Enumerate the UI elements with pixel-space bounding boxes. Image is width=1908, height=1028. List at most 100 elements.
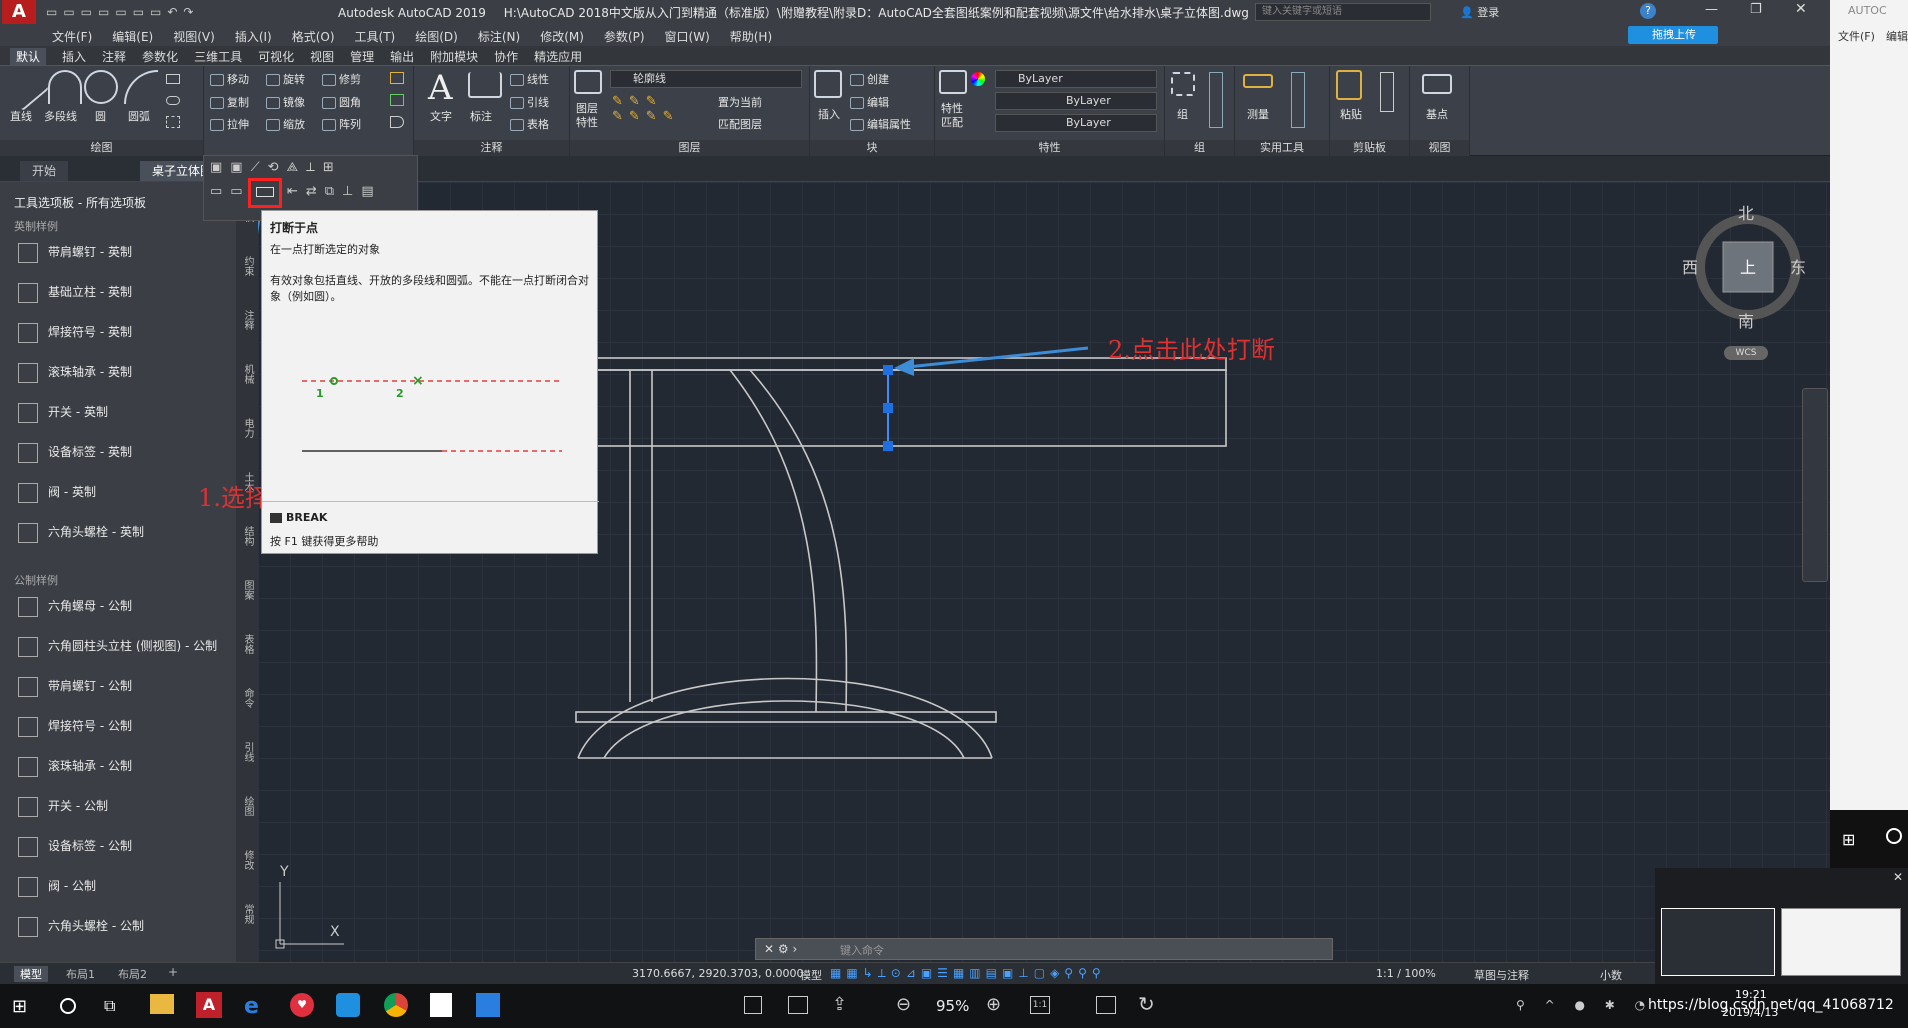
linear-button[interactable]: 线性 <box>510 71 549 87</box>
palette-item[interactable]: 焊接符号 - 公制 <box>18 710 238 742</box>
offset-icon[interactable] <box>390 116 404 128</box>
insert-button[interactable]: 插入 <box>818 106 840 122</box>
rectangle-icon[interactable] <box>166 74 180 84</box>
zoom-out-icon[interactable]: ⊖ <box>896 994 911 1015</box>
arc-icon[interactable] <box>124 70 158 104</box>
layer-properties-button[interactable]: 图层特性 <box>576 102 606 130</box>
arc-button[interactable]: 圆弧 <box>128 108 150 124</box>
paste-icon[interactable] <box>1336 70 1362 100</box>
stretch-button[interactable]: 拉伸 <box>210 116 249 132</box>
cortana-icon[interactable] <box>60 998 76 1014</box>
flyout-icons-row2[interactable]: ▭▭ ⇤⇄⧉⊥▤ <box>210 184 382 199</box>
actual-size-icon[interactable]: 1:1 <box>1030 996 1050 1014</box>
menu-item[interactable]: 标注(N) <box>478 28 520 45</box>
zoom-in-icon[interactable]: ⊕ <box>986 994 1001 1015</box>
preview-thumb-1[interactable] <box>1661 908 1775 976</box>
login-button[interactable]: 👤 登录 <box>1460 4 1499 20</box>
baidu-icon[interactable] <box>336 993 360 1017</box>
panel-draw-title[interactable]: 绘图 <box>0 140 203 156</box>
search-circle-icon[interactable] <box>1886 828 1902 844</box>
palette-item[interactable]: 六角头螺栓 - 公制 <box>18 910 238 942</box>
palette-side-tab[interactable]: 修改 <box>239 850 255 870</box>
task-view-icon[interactable]: ⧉ <box>104 996 115 1016</box>
layer-tool-icons[interactable]: ✎✎✎ ✎✎✎✎ <box>612 94 692 134</box>
linetype-dropdown[interactable]: ByLayer <box>995 92 1157 110</box>
mirror-button[interactable]: 镜像 <box>266 94 305 110</box>
menu-item[interactable]: 参数(P) <box>604 28 645 45</box>
measure-button[interactable]: 测量 <box>1247 106 1269 122</box>
palette-item[interactable]: 阀 - 公制 <box>18 870 238 902</box>
break-at-point-button[interactable] <box>248 178 282 208</box>
palette-item[interactable]: 滚珠轴承 - 公制 <box>18 750 238 782</box>
array-button[interactable]: 阵列 <box>322 116 361 132</box>
preview-thumb-2[interactable] <box>1781 908 1901 976</box>
palette-side-tab[interactable]: 结构 <box>239 526 255 546</box>
layer-dropdown[interactable]: 轮廓线 <box>610 70 802 88</box>
app-logo[interactable]: A <box>2 0 36 24</box>
secondary-menu-edit[interactable]: 编辑 <box>1886 28 1908 44</box>
copy-clip-icon[interactable] <box>1380 72 1394 112</box>
lineweight-dropdown[interactable]: ByLayer <box>995 114 1157 132</box>
menu-item[interactable]: 编辑(E) <box>112 28 153 45</box>
menu-item[interactable]: 绘图(D) <box>415 28 458 45</box>
base-point-icon[interactable] <box>1422 74 1452 94</box>
chrome-icon[interactable] <box>384 993 408 1017</box>
palette-side-tab[interactable]: 机械 <box>239 364 255 384</box>
table-foot-arc-outer[interactable] <box>577 677 993 759</box>
menu-item[interactable]: 插入(I) <box>235 28 272 45</box>
ribbon-tab[interactable]: 默认 <box>10 48 47 65</box>
palette-side-tab[interactable]: 图案 <box>239 580 255 600</box>
windows-start-icon[interactable]: ⊞ <box>1842 830 1855 849</box>
insert-icon[interactable] <box>814 70 842 98</box>
grip-top[interactable] <box>883 365 893 375</box>
ribbon-tab[interactable]: 管理 <box>350 48 374 65</box>
explorer-icon[interactable] <box>150 994 174 1014</box>
palette-side-tab[interactable]: 约束 <box>239 256 255 276</box>
text-button[interactable]: 文字 <box>430 108 452 124</box>
navigation-bar[interactable] <box>1802 388 1828 582</box>
minimize-button[interactable]: — <box>1705 2 1718 17</box>
palette-side-tab[interactable]: 绘图 <box>239 796 255 816</box>
screenshot-icon[interactable] <box>788 996 808 1014</box>
menu-item[interactable]: 窗口(W) <box>665 28 710 45</box>
match-layer-button[interactable]: 匹配图层 <box>718 116 762 132</box>
color-wheel-icon[interactable] <box>971 72 985 86</box>
erase-icon[interactable] <box>390 72 404 84</box>
autocad-icon[interactable]: A <box>196 992 222 1018</box>
calendar-app-icon[interactable] <box>476 993 500 1017</box>
edit-block-button[interactable]: 编辑 <box>850 94 889 110</box>
line-button[interactable]: 直线 <box>10 108 32 124</box>
scale-button[interactable]: 缩放 <box>266 116 305 132</box>
viewcube-north[interactable]: 北 <box>1738 200 1754 224</box>
line-icon[interactable] <box>1 63 49 111</box>
panel-view-title[interactable]: 视图 <box>1410 140 1469 156</box>
ribbon-tab[interactable]: 视图 <box>310 48 334 65</box>
wcs-button[interactable]: WCS <box>1724 346 1768 360</box>
move-button[interactable]: 移动 <box>210 71 249 87</box>
create-block-button[interactable]: 创建 <box>850 71 889 87</box>
palette-side-tab[interactable]: 注释 <box>239 310 255 330</box>
hatch-icon[interactable] <box>166 116 180 128</box>
menu-item[interactable]: 文件(F) <box>52 28 92 45</box>
palette-item[interactable]: 焊接符号 - 英制 <box>18 316 238 348</box>
annotation-scale[interactable]: 1:1 / 100% <box>1376 967 1436 980</box>
status-toggles[interactable]: ▦▦↳⟂⊙⊿▣☰▦▥▤▣⊥▢◈⚲⚲⚲ <box>830 966 1106 981</box>
palette-item[interactable]: 开关 - 公制 <box>18 790 238 822</box>
cloud-upload-button[interactable]: 拖拽上传 <box>1628 26 1718 44</box>
text-icon[interactable]: A <box>428 68 453 108</box>
palette-header[interactable]: 工具选项板 - 所有选项板 <box>14 194 146 211</box>
palette-item[interactable]: 设备标签 - 公制 <box>18 830 238 862</box>
palette-item[interactable]: 六角头螺栓 - 英制 <box>18 516 238 548</box>
flyout-icons-row1[interactable]: ▣▣⟋⟲⟁⟂⊞ <box>210 160 342 175</box>
menu-item[interactable]: 工具(T) <box>355 28 396 45</box>
match-properties-icon[interactable] <box>939 70 967 94</box>
table-foot-bar[interactable] <box>575 711 997 723</box>
circle-button[interactable]: 圆 <box>95 108 106 124</box>
palette-item[interactable]: 六角圆柱头立柱 (侧视图) - 公制 <box>18 630 238 662</box>
save-icon[interactable] <box>744 996 762 1014</box>
menu-item[interactable]: 修改(M) <box>540 28 584 45</box>
secondary-menu-file[interactable]: 文件(F) <box>1838 28 1875 44</box>
palette-item[interactable]: 滚珠轴承 - 英制 <box>18 356 238 388</box>
ribbon-tab[interactable]: 附加模块 <box>430 48 478 65</box>
explode-icon[interactable] <box>390 94 404 106</box>
